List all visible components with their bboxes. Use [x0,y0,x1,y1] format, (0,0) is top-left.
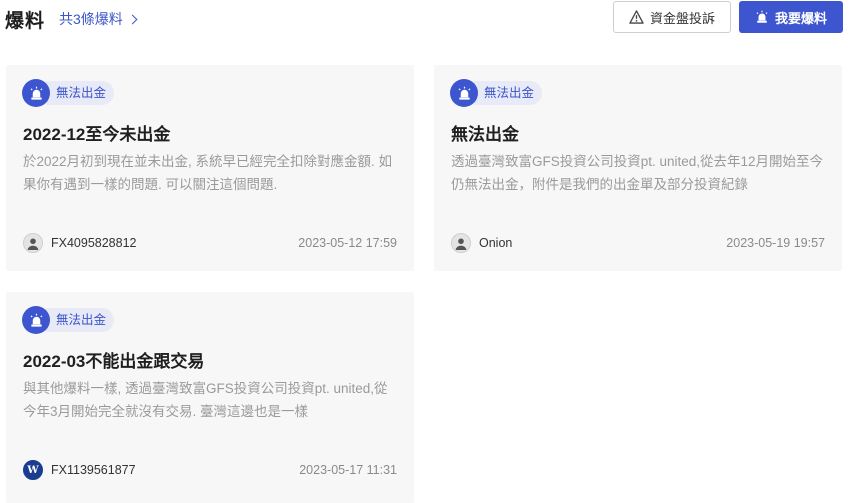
report-count-label: 共3條爆料 [59,11,123,27]
report-card[interactable]: 無法出金 2022-03不能出金跟交易 與其他爆料一樣, 透過臺灣致富GFS投資… [6,292,414,503]
username: FX1139561877 [51,463,136,477]
category-tag: 無法出金 [46,81,115,105]
report-button-label: 我要爆料 [774,10,827,26]
warning-icon [629,10,644,24]
username: Onion [479,236,513,250]
category-badge: 無法出金 [450,79,543,107]
card-description: 與其他爆料一樣, 透過臺灣致富GFS投資公司投資pt. united,從今年3月… [23,381,388,419]
card-title[interactable]: 無法出金 [451,120,519,145]
siren-icon [756,10,768,23]
category-tag: 無法出金 [474,81,543,105]
post-date: 2023-05-17 11:31 [299,463,397,477]
card-description: 透過臺灣致富GFS投資公司投資pt. united,從去年12月開始至今仍無法出… [451,154,824,192]
card-title[interactable]: 2022-12至今未出金 [23,120,170,145]
complaint-button[interactable]: 資金盤投訴 [613,1,731,33]
card-description: 於2022月初到現在並未出金, 系統早已經完全扣除對應金額. 如果你有遇到一樣的… [23,154,393,192]
siren-badge-icon [22,79,50,107]
category-badge: 無法出金 [22,79,115,107]
user-silhouette-icon [451,233,471,253]
user-silhouette-icon [23,233,43,253]
card-footer: FX4095828812 2023-05-12 17:59 [23,232,397,254]
chevron-right-icon [127,14,138,25]
w-logo-icon: W [23,460,43,480]
page-header: 爆料 共3條爆料 資金盤投訴 我要爆料 [0,0,864,40]
complaint-button-label: 資金盤投訴 [649,10,715,26]
report-count-link[interactable]: 共3條爆料 [59,9,138,29]
username: FX4095828812 [51,236,137,250]
card-footer: W FX1139561877 2023-05-17 11:31 [23,459,397,481]
post-date: 2023-05-19 19:57 [726,236,825,250]
card-footer: Onion 2023-05-19 19:57 [451,232,825,254]
report-card[interactable]: 無法出金 無法出金 透過臺灣致富GFS投資公司投資pt. united,從去年1… [434,65,842,271]
category-badge: 無法出金 [22,306,115,334]
post-date: 2023-05-12 17:59 [298,236,397,250]
report-card[interactable]: 無法出金 2022-12至今未出金 於2022月初到現在並未出金, 系統早已經完… [6,65,414,271]
card-title[interactable]: 2022-03不能出金跟交易 [23,347,204,372]
category-tag: 無法出金 [46,308,115,332]
siren-badge-icon [22,306,50,334]
siren-badge-icon [450,79,478,107]
page-title: 爆料 [5,11,46,32]
report-button[interactable]: 我要爆料 [739,1,843,33]
